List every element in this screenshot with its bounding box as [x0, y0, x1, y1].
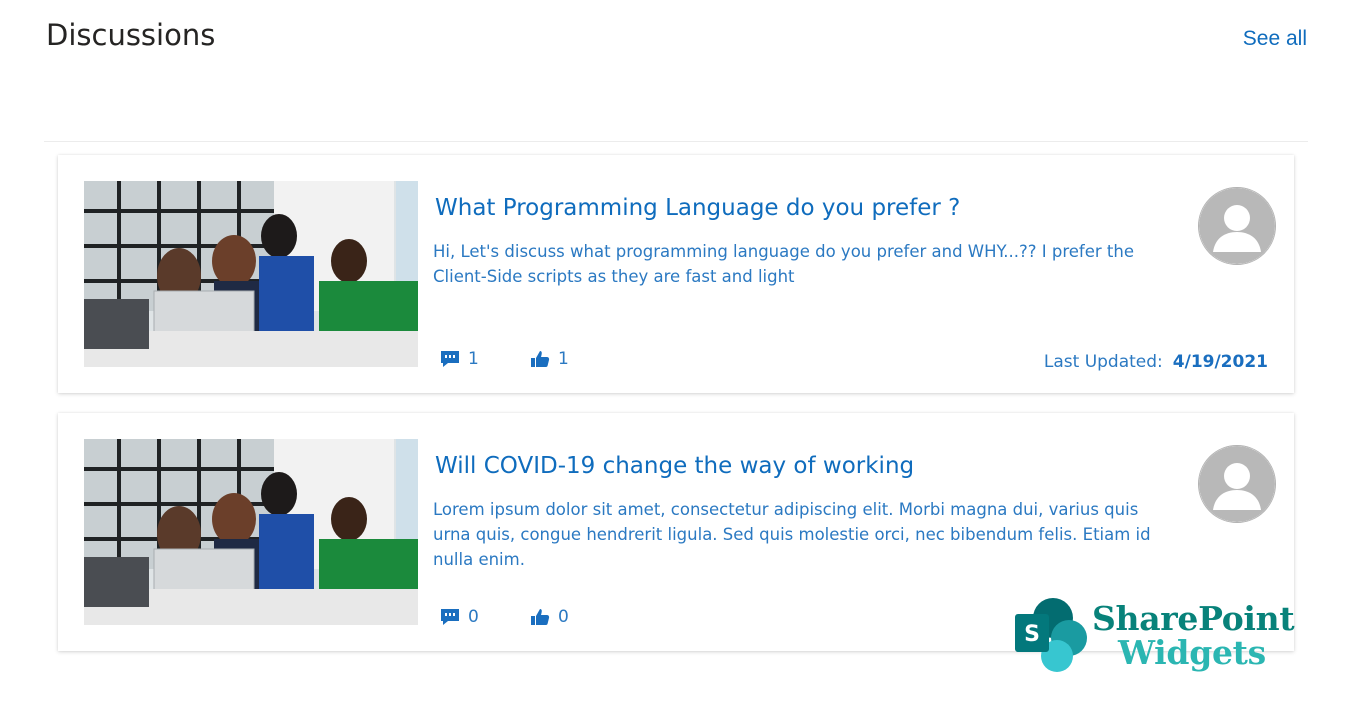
discussion-description: Lorem ipsum dolor sit amet, consectetur … — [433, 500, 1151, 569]
likes-count[interactable]: 0 — [530, 607, 569, 627]
brand-line-2: Widgets — [1118, 633, 1266, 672]
last-updated-label: Last Updated: — [1043, 352, 1163, 372]
discussion-thumbnail — [84, 439, 418, 625]
comment-icon — [440, 350, 460, 368]
thumbs-up-icon — [530, 608, 550, 626]
discussion-title[interactable]: Will COVID-19 change the way of working — [435, 453, 914, 479]
thumbs-up-icon — [530, 350, 550, 368]
comments-value: 0 — [468, 607, 479, 627]
divider — [44, 141, 1308, 142]
comment-icon — [440, 608, 460, 626]
last-updated-date: 4/19/2021 — [1172, 352, 1268, 372]
comments-count[interactable]: 0 — [440, 607, 479, 627]
likes-value: 1 — [558, 349, 569, 369]
logo-letter: S — [1024, 622, 1040, 647]
discussion-card[interactable]: What Programming Language do you prefer … — [58, 155, 1294, 393]
discussion-thumbnail — [84, 181, 418, 367]
page-title: Discussions — [46, 18, 216, 52]
discussion-description: Hi, Let's discuss what programming langu… — [433, 242, 1134, 286]
comments-count[interactable]: 1 — [440, 349, 479, 369]
comments-value: 1 — [468, 349, 479, 369]
last-updated: Last Updated: 4/19/2021 — [1044, 352, 1268, 372]
likes-count[interactable]: 1 — [530, 349, 569, 369]
user-avatar-icon — [1198, 445, 1276, 523]
user-avatar-icon — [1198, 187, 1276, 265]
likes-value: 0 — [558, 607, 569, 627]
see-all-link[interactable]: See all — [1243, 27, 1307, 51]
discussion-title[interactable]: What Programming Language do you prefer … — [435, 195, 960, 221]
